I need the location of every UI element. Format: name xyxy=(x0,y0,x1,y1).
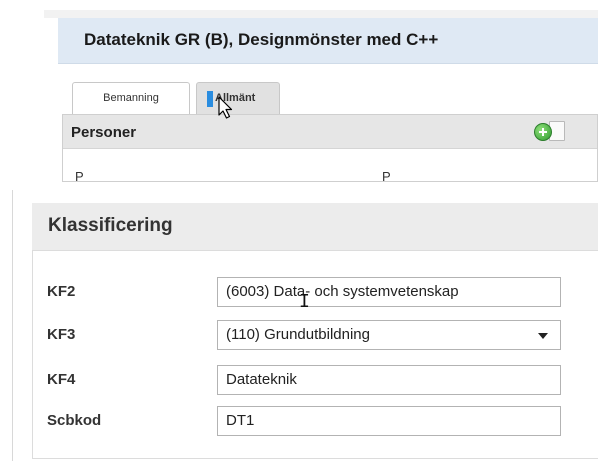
column-header: P xyxy=(382,169,391,182)
tab-marker-icon xyxy=(207,91,213,107)
mouse-cursor-icon xyxy=(218,96,233,119)
kf3-select[interactable]: (110) Grundutbildning xyxy=(217,320,561,350)
course-header: Datateknik GR (B), Designmönster med C++ xyxy=(58,18,598,64)
field-row-kf4: KF4 Datateknik xyxy=(33,365,598,395)
course-view: Datateknik GR (B), Designmönster med C++… xyxy=(0,0,598,182)
klassificering-section: Klassificering KF2 (6003) Data- och syst… xyxy=(12,190,598,461)
scbkod-input[interactable]: DT1 xyxy=(217,406,561,436)
field-row-scbkod: Scbkod DT1 xyxy=(33,406,598,436)
tab-allmant[interactable]: Allmänt xyxy=(196,82,280,114)
personer-panel: Personer P P xyxy=(62,114,598,182)
kf3-selected-value: (110) Grundutbildning xyxy=(226,326,370,343)
scbkod-label: Scbkod xyxy=(47,412,102,429)
kf2-label: KF2 xyxy=(47,283,76,300)
top-strip xyxy=(44,10,598,18)
text-cursor-icon: I xyxy=(299,291,310,312)
personer-title: Personer xyxy=(71,124,137,141)
tab-bemanning[interactable]: Bemanning xyxy=(72,82,190,114)
kf2-input[interactable]: (6003) Data- och systemvetenskap xyxy=(217,277,561,307)
kf4-input[interactable]: Datateknik xyxy=(217,365,561,395)
klassificering-title: Klassificering xyxy=(48,215,173,236)
chevron-down-icon xyxy=(538,333,548,339)
personer-header: Personer xyxy=(63,115,597,149)
klassificering-body: KF2 (6003) Data- och systemvetenskap KF3… xyxy=(32,251,598,459)
klassificering-header: Klassificering xyxy=(32,203,598,251)
add-icon[interactable] xyxy=(534,123,552,141)
tab-bemanning-label: Bemanning xyxy=(103,92,159,104)
kf4-label: KF4 xyxy=(47,371,76,388)
field-row-kf3: KF3 (110) Grundutbildning xyxy=(33,320,598,350)
kf3-label: KF3 xyxy=(47,326,76,343)
divider xyxy=(12,190,13,461)
field-row-kf2: KF2 (6003) Data- och systemvetenskap xyxy=(33,277,598,307)
course-title: Datateknik GR (B), Designmönster med C++ xyxy=(84,30,439,49)
column-header: P xyxy=(75,169,84,182)
